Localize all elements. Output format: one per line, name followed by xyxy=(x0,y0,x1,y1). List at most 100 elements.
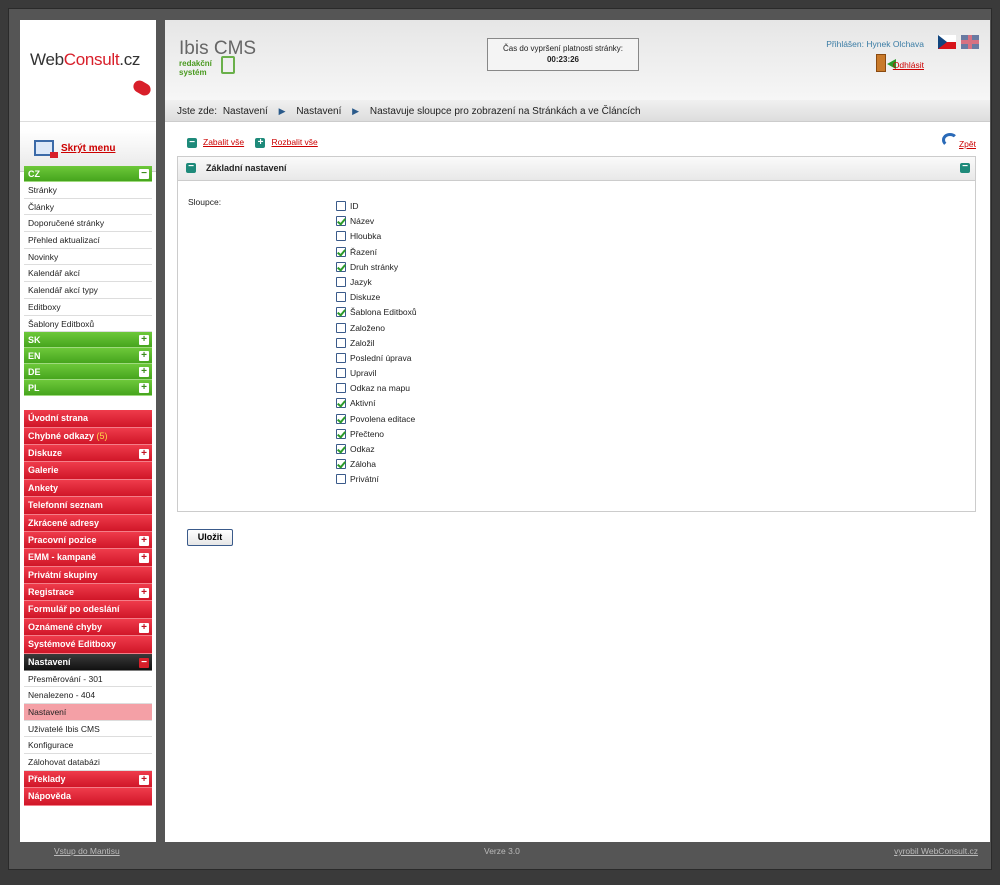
menu-group[interactable]: Nápověda xyxy=(24,788,152,806)
column-checkbox[interactable] xyxy=(336,261,346,272)
column-checkbox[interactable] xyxy=(336,322,346,333)
menu-group[interactable]: Úvodní strana xyxy=(24,410,152,428)
menu-group[interactable]: Registrace + xyxy=(24,584,152,602)
sidebar-item[interactable]: Nenalezeno - 404 xyxy=(24,687,152,705)
collapse-panel-icon[interactable]: − xyxy=(186,162,196,173)
save-button[interactable]: Uložit xyxy=(187,529,233,546)
column-checkbox[interactable] xyxy=(336,413,346,424)
menu-group[interactable]: Systémové Editboxy xyxy=(24,636,152,654)
menu-group[interactable]: Zkrácené adresy xyxy=(24,514,152,532)
menu-group-settings[interactable]: Nastavení − xyxy=(24,653,152,671)
column-option: Jazyk xyxy=(336,275,417,290)
menu-group[interactable]: Formulář po odeslání xyxy=(24,601,152,619)
breadcrumb-item[interactable]: Nastavení xyxy=(296,106,341,117)
sidebar-item[interactable]: Stránky xyxy=(24,182,152,199)
collapse-all-link[interactable]: Zabalit vše xyxy=(203,137,244,147)
collapse-icon[interactable]: − xyxy=(139,657,149,668)
sidebar-item[interactable]: Přesměrování - 301 xyxy=(24,670,152,688)
uk-flag-icon[interactable] xyxy=(961,35,979,49)
logout-link[interactable]: Odhlásit xyxy=(893,60,924,70)
menu-group-label: Chybné odkazy xyxy=(28,430,95,441)
menu-group[interactable]: Privátní skupiny xyxy=(24,566,152,585)
column-checkbox[interactable] xyxy=(336,459,346,470)
sidebar-item[interactable]: Kalendář akcí typy xyxy=(24,282,152,299)
column-checkbox[interactable] xyxy=(336,352,346,363)
menu-group[interactable]: EMM - kampaně + xyxy=(24,549,152,567)
expand-icon[interactable]: + xyxy=(139,351,149,362)
expand-icon[interactable]: + xyxy=(139,335,149,346)
lang-group[interactable]: SK + xyxy=(24,332,152,349)
lang-group[interactable]: PL + xyxy=(24,380,152,397)
lang-group[interactable]: DE + xyxy=(24,364,152,381)
menu-group-label: Oznámené chyby xyxy=(28,621,103,632)
sidebar-item[interactable]: Nastavení xyxy=(24,704,152,721)
column-checkbox[interactable] xyxy=(336,201,346,211)
expand-icon[interactable]: + xyxy=(139,383,149,394)
column-label: Jazyk xyxy=(350,276,372,287)
column-checkbox[interactable] xyxy=(336,368,346,379)
column-checkbox[interactable] xyxy=(336,276,346,287)
sidebar-item[interactable]: Konfigurace xyxy=(24,737,152,755)
sidebar-item[interactable]: Doporučené stránky xyxy=(24,215,152,233)
undo-arrow-icon[interactable] xyxy=(942,133,958,147)
expand-icon[interactable]: + xyxy=(139,622,149,633)
menu-group[interactable]: Telefonní seznam xyxy=(24,497,152,515)
column-checkbox[interactable] xyxy=(336,444,346,454)
column-checkbox[interactable] xyxy=(336,428,346,439)
mantis-link[interactable]: Vstup do Mantisu xyxy=(54,846,120,856)
expand-all-link[interactable]: Rozbalit vše xyxy=(271,137,317,147)
expand-icon[interactable]: + xyxy=(139,448,149,459)
sidebar-item[interactable]: Uživatelé Ibis CMS xyxy=(24,720,152,738)
column-checkbox[interactable] xyxy=(336,383,346,394)
menu-group[interactable]: Pracovní pozice + xyxy=(24,531,152,550)
menu-group[interactable]: Ankety xyxy=(24,479,152,498)
hide-menu-link[interactable]: Skrýt menu xyxy=(61,143,115,154)
column-checkbox[interactable] xyxy=(336,307,346,318)
sidebar-item[interactable]: Editboxy xyxy=(24,298,152,316)
czech-flag-icon[interactable] xyxy=(938,35,956,49)
lang-group-cz[interactable]: CZ − xyxy=(24,166,152,182)
sidebar-item[interactable]: Novinky xyxy=(24,248,152,266)
back-link[interactable]: Zpět xyxy=(959,139,976,149)
vendor-link[interactable]: vyrobil WebConsult.cz xyxy=(894,846,978,856)
menu-group[interactable]: Oznámené chyby + xyxy=(24,618,152,637)
webconsult-logo[interactable]: WebConsult.cz xyxy=(20,20,156,122)
sidebar-item[interactable]: Šablony Editboxů xyxy=(24,315,152,333)
menu-group[interactable]: Galerie xyxy=(24,462,152,480)
menu-group[interactable]: Diskuze + xyxy=(24,444,152,463)
expand-icon[interactable]: + xyxy=(139,535,149,546)
sidebar-item[interactable]: Přehled aktualizací xyxy=(24,232,152,249)
column-checkbox[interactable] xyxy=(336,292,346,303)
menu-group[interactable]: Chybné odkazy (5) xyxy=(24,427,152,445)
panel-title: Základní nastavení xyxy=(206,163,287,173)
expand-icon[interactable]: + xyxy=(139,588,149,599)
menu-group-label: Galerie xyxy=(28,465,59,476)
column-checkbox[interactable] xyxy=(336,337,346,348)
expand-icon[interactable]: + xyxy=(139,367,149,378)
lang-group[interactable]: EN + xyxy=(24,348,152,365)
breadcrumb-item[interactable]: Nastavení xyxy=(223,106,268,117)
column-option: Odkaz na mapu xyxy=(336,381,417,396)
collapse-icon[interactable]: − xyxy=(139,169,149,179)
panel-header[interactable]: − Základní nastavení − xyxy=(178,157,975,181)
sidebar-item[interactable]: Kalendář akcí xyxy=(24,265,152,283)
column-checkbox[interactable] xyxy=(336,398,346,409)
column-label: Odkaz na mapu xyxy=(350,383,411,394)
column-option: Povolena editace xyxy=(336,412,417,427)
column-label: Hloubka xyxy=(350,231,382,242)
logged-in-user: Přihlášen: Hynek Olchava xyxy=(826,39,924,49)
sidebar-item[interactable]: Články xyxy=(24,198,152,216)
column-checkbox[interactable] xyxy=(336,246,346,257)
expand-icon[interactable]: + xyxy=(139,774,149,785)
column-option: ID xyxy=(336,199,417,214)
expand-icon[interactable]: + xyxy=(255,137,266,148)
collapse-panel-icon-right[interactable]: − xyxy=(960,162,970,173)
menu-group[interactable]: Překlady + xyxy=(24,770,152,789)
column-checkbox[interactable] xyxy=(336,474,346,485)
column-checkbox[interactable] xyxy=(336,216,346,227)
collapse-icon[interactable]: − xyxy=(187,137,197,148)
sidebar-item[interactable]: Zálohovat databázi xyxy=(24,754,152,771)
column-checkbox[interactable] xyxy=(336,231,346,242)
column-label: Založil xyxy=(350,337,375,348)
expand-icon[interactable]: + xyxy=(139,553,149,564)
